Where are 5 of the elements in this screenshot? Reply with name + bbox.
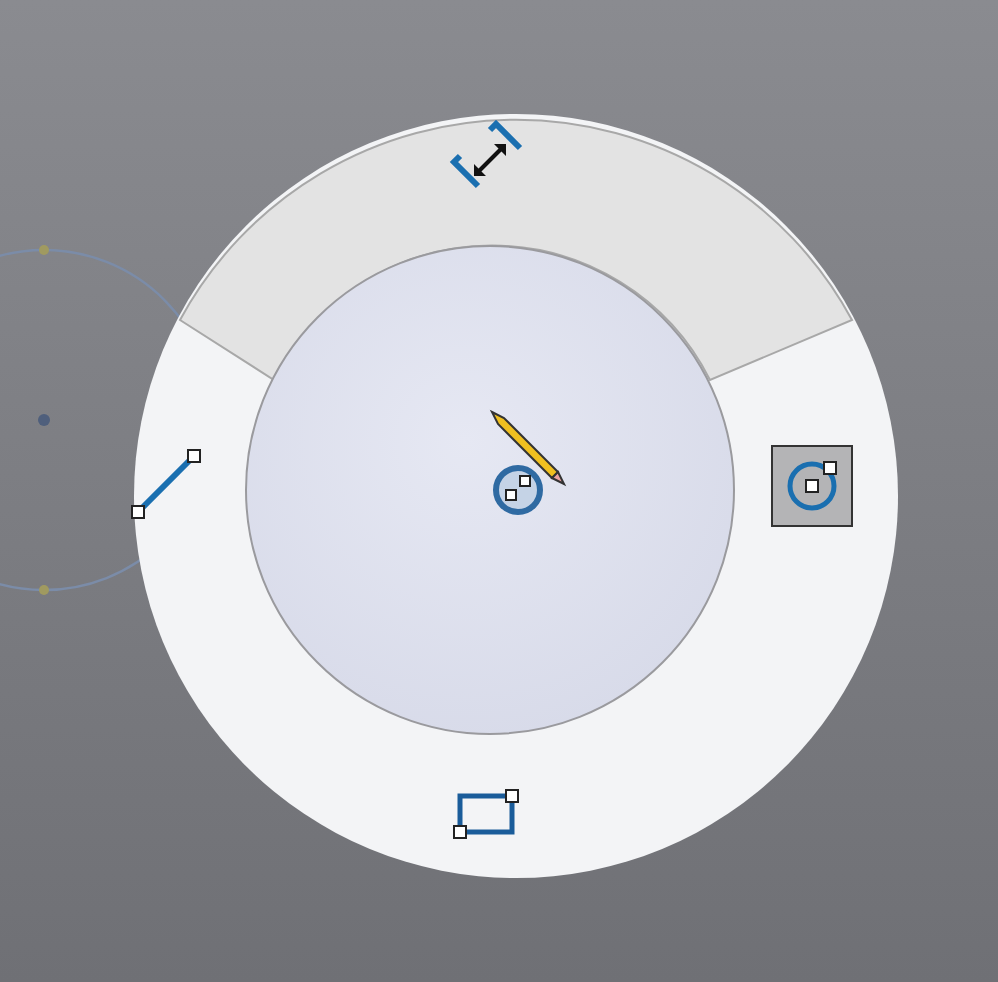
dimension-icon[interactable]	[449, 119, 523, 189]
pencil-cursor-icon	[489, 409, 567, 515]
line-icon[interactable]	[131, 449, 201, 519]
circle-icon[interactable]	[787, 461, 837, 511]
rectangle-icon[interactable]	[453, 789, 519, 839]
